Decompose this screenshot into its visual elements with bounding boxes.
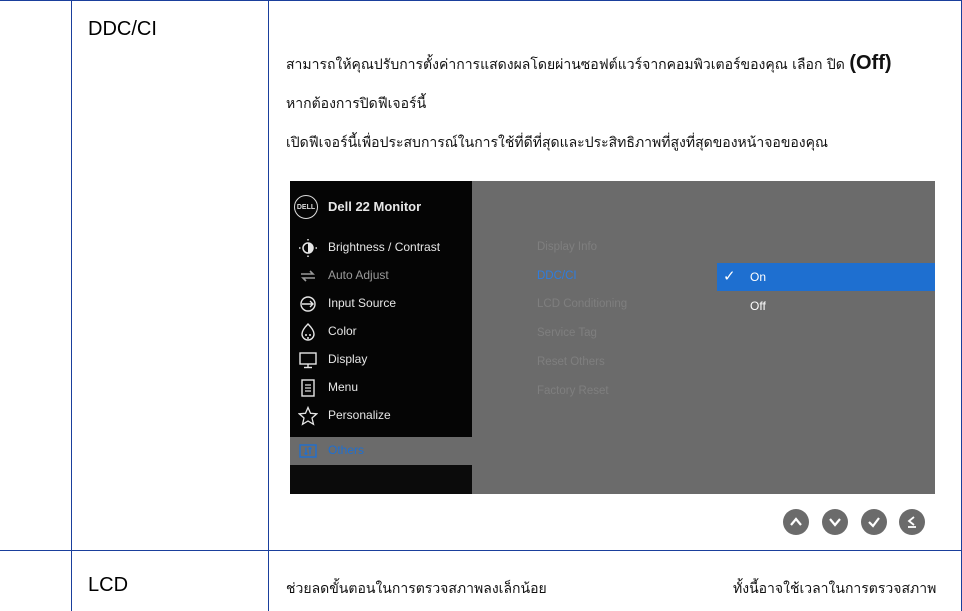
- table-col-line-1: [71, 0, 72, 611]
- option-label: On: [750, 270, 767, 284]
- option-label: Off: [750, 299, 766, 313]
- osd-header: DELL Dell 22 Monitor: [290, 181, 472, 231]
- submenu-lcd-conditioning[interactable]: LCD Conditioning: [537, 298, 627, 310]
- submenu-service-tag[interactable]: Service Tag: [537, 327, 597, 339]
- row-label-ddcci: DDC/CI: [88, 18, 157, 40]
- check-icon: ✓: [723, 268, 736, 285]
- table-border-row: [0, 550, 962, 551]
- osd-menu-label: Menu: [328, 380, 359, 394]
- down-icon[interactable]: [822, 509, 848, 535]
- ddcci-desc-off: (Off): [849, 52, 892, 74]
- osd-menu-label: Brightness / Contrast: [328, 240, 441, 254]
- ddcci-description-line2: หากต้องการปิดฟีเจอร์นี้: [286, 96, 427, 112]
- osd-menu-menu[interactable]: Menu: [290, 374, 472, 402]
- osd-menu-input-source[interactable]: Input Source: [290, 290, 472, 318]
- brightness-icon: [298, 238, 318, 258]
- osd-menu-label: Personalize: [328, 408, 391, 422]
- others-icon: [298, 441, 318, 461]
- auto-adjust-icon: [298, 266, 318, 286]
- table-col-line-2: [268, 0, 269, 611]
- osd-menu-personalize[interactable]: Personalize: [290, 402, 472, 430]
- osd-menu-screenshot: DELL Dell 22 Monitor Brightness / Contra…: [290, 181, 935, 494]
- color-icon: [298, 322, 318, 342]
- osd-menu-label: Auto Adjust: [328, 268, 389, 282]
- dell-logo: DELL: [294, 195, 318, 219]
- table-border-top: [0, 0, 962, 1]
- osd-menu-others[interactable]: Others: [290, 437, 472, 465]
- osd-menu-display[interactable]: Display: [290, 346, 472, 374]
- osd-menu-label: Others: [328, 443, 365, 457]
- lcd-description-left: ช่วยลดขั้นตอนในการตรวจสภาพลงเล็กน้อย: [286, 581, 547, 597]
- up-icon[interactable]: [783, 509, 809, 535]
- star-icon: [298, 406, 318, 426]
- submenu-ddcci[interactable]: DDC/CI: [537, 270, 577, 282]
- osd-menu-label: Input Source: [328, 296, 397, 310]
- osd-menu-color[interactable]: Color: [290, 318, 472, 346]
- osd-title: Dell 22 Monitor: [328, 199, 422, 214]
- display-icon: [298, 350, 318, 370]
- osd-menu-label: Color: [328, 324, 357, 338]
- submenu-display-info[interactable]: Display Info: [537, 241, 597, 253]
- submenu-factory-reset[interactable]: Factory Reset: [537, 385, 609, 397]
- option-on[interactable]: ✓ On: [717, 263, 935, 291]
- osd-menu-label: Display: [328, 352, 368, 366]
- check-button-icon[interactable]: [861, 509, 887, 535]
- lcd-description-right: ทั้งนี้อาจใช้เวลาในการตรวจสภาพ: [733, 581, 937, 597]
- menu-icon: [298, 378, 318, 398]
- back-icon[interactable]: [899, 509, 925, 535]
- input-source-icon: [298, 294, 318, 314]
- osd-menu-auto-adjust[interactable]: Auto Adjust: [290, 262, 472, 290]
- submenu-reset-others[interactable]: Reset Others: [537, 356, 605, 368]
- option-off[interactable]: Off: [717, 292, 935, 320]
- ddcci-desc-text: สามารถให้คุณปรับการตั้งค่าการแสดงผลโดยผ่…: [286, 57, 850, 73]
- osd-menu-brightness-contrast[interactable]: Brightness / Contrast: [290, 234, 472, 262]
- ddcci-description-line3: เปิดฟีเจอร์นี้เพื่อประสบการณ์ในการใช้ที่…: [286, 135, 828, 151]
- row-label-lcd: LCD: [88, 574, 129, 596]
- osd-sidebar-footer: [290, 465, 472, 494]
- ddcci-description-line1: สามารถให้คุณปรับการตั้งค่าการแสดงผลโดยผ่…: [286, 52, 892, 76]
